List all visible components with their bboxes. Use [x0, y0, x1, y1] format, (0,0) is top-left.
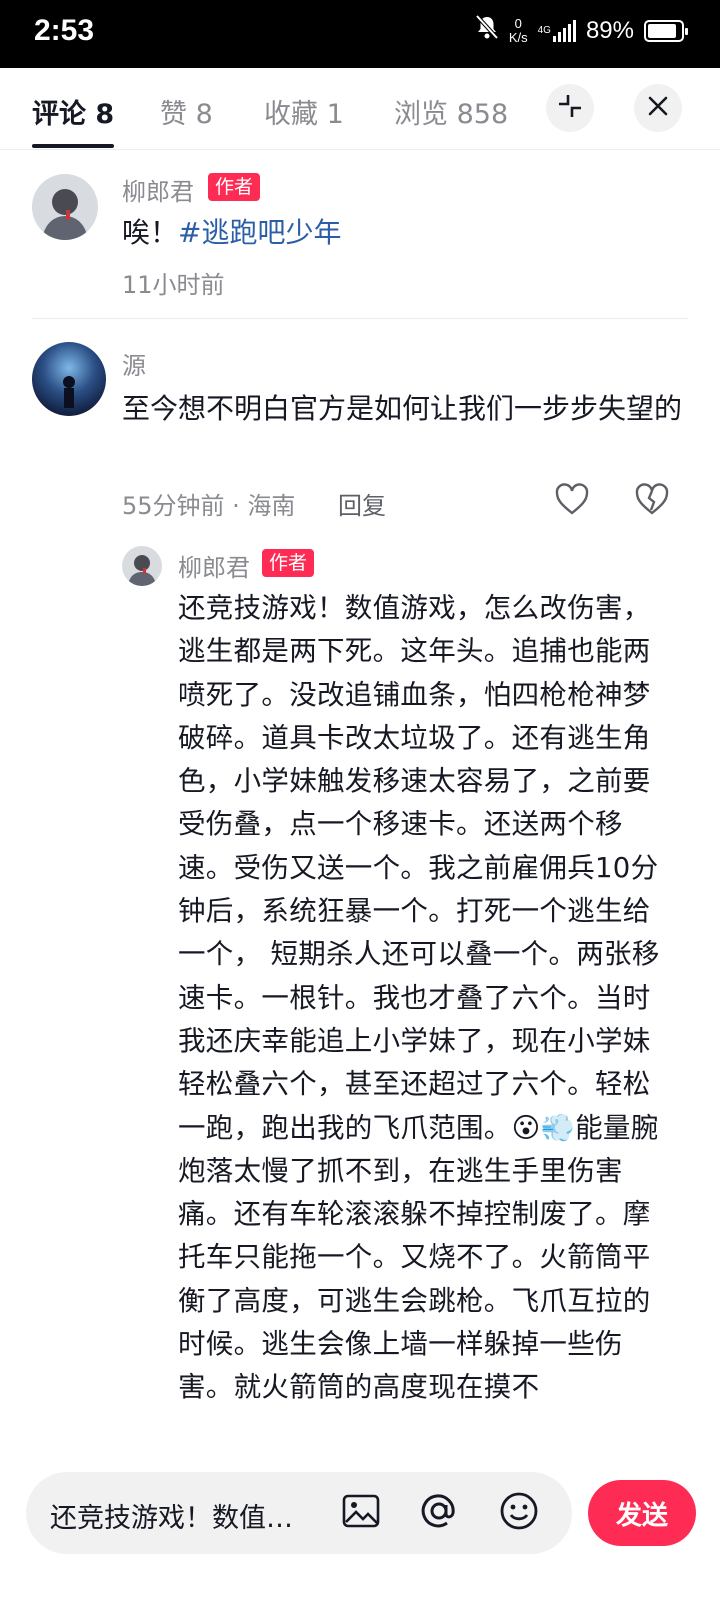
author-badge: 作者 [262, 549, 315, 577]
battery-text: 89% [585, 16, 634, 44]
collapse-icon [557, 93, 583, 123]
avatar[interactable] [32, 342, 106, 416]
battery-icon [644, 19, 688, 42]
comment-username[interactable]: 源 [122, 346, 146, 381]
hashtag-link[interactable]: #逃跑吧少年 [178, 216, 341, 249]
mention-button[interactable] [418, 1492, 460, 1534]
dislike-button[interactable] [634, 482, 670, 520]
close-button[interactable] [634, 84, 682, 132]
broken-heart-icon [634, 483, 670, 520]
author-badge: 作者 [208, 173, 261, 201]
tab-favorites[interactable]: 收藏 1 [264, 92, 344, 131]
comment-input-bar: 还竞技游戏！数值… 发送 [0, 1460, 720, 1600]
reply-text: 还竞技游戏！数值游戏，怎么改伤害，逃生都是两下死。这年头。追捕也能两喷死了。没改… [178, 592, 660, 1404]
tab-comments[interactable]: 评论 8 [32, 92, 114, 131]
active-tab-indicator [32, 144, 114, 148]
send-button[interactable]: 发送 [588, 1480, 696, 1546]
tab-views[interactable]: 浏览 858 [394, 92, 508, 131]
reply-button[interactable]: 回复 [338, 486, 386, 521]
comment-input[interactable]: 还竞技游戏！数值… [26, 1472, 572, 1554]
mute-bell-icon [475, 14, 499, 47]
avatar[interactable] [32, 174, 98, 240]
comment-text: 至今想不明白官方是如何让我们一步步失望的 [122, 392, 683, 425]
status-icons: 0 K/s 4G 89% [475, 14, 688, 47]
tab-likes[interactable]: 赞 8 [160, 92, 213, 131]
heart-icon [554, 483, 590, 520]
at-icon [419, 1491, 459, 1535]
emoji-button[interactable] [498, 1492, 540, 1534]
status-time: 2:53 [34, 14, 95, 47]
net-speed: 0 K/s [508, 15, 528, 45]
input-draft-text: 还竞技游戏！数值… [50, 1503, 293, 1534]
like-button[interactable] [554, 482, 590, 520]
comment-time: 11小时前 [122, 271, 225, 299]
close-icon [647, 95, 669, 121]
comment-meta: 55分钟前 · 海南 [122, 492, 296, 520]
signal-icon: 4G [538, 19, 576, 42]
collapse-button[interactable] [546, 84, 594, 132]
comment-username[interactable]: 柳郎君 [122, 172, 194, 207]
image-icon [342, 1493, 380, 1533]
reply-avatar[interactable] [122, 546, 162, 586]
status-bar: 2:53 0 K/s 4G 89% [0, 0, 720, 68]
comment-text: 唉！#逃跑吧少年 [122, 216, 342, 249]
image-button[interactable] [340, 1492, 382, 1534]
reply-username[interactable]: 柳郎君 [178, 548, 250, 583]
divider [32, 318, 688, 319]
emoji-icon [499, 1491, 539, 1535]
tab-bar: 评论 8 赞 8 收藏 1 浏览 858 [0, 68, 720, 150]
